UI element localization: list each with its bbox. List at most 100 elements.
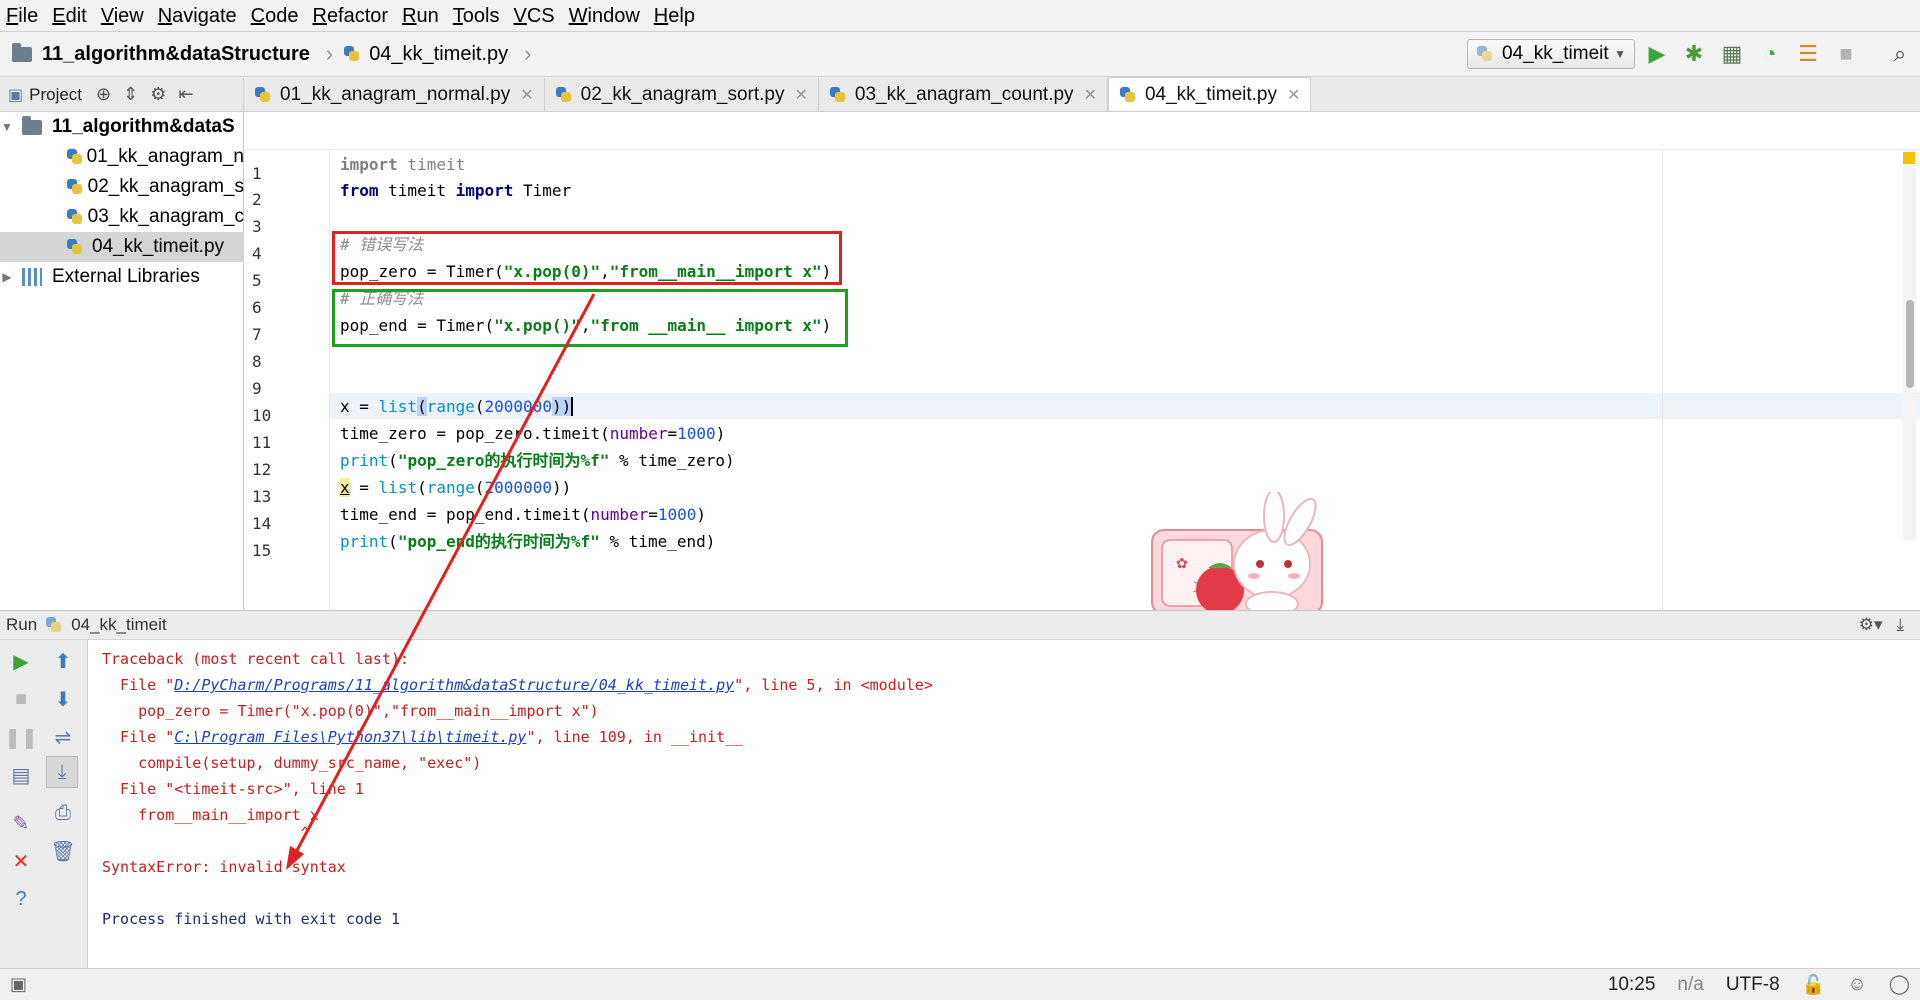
concurrency-icon[interactable]: ☰: [1796, 41, 1820, 66]
number: 1000: [677, 424, 716, 443]
pin-icon[interactable]: ✎: [8, 810, 34, 836]
console-line: File "D:/PyCharm/Programs/11_algorithm&d…: [102, 672, 933, 698]
python-file-icon: [66, 238, 84, 256]
menu-navigate[interactable]: Navigate: [158, 0, 237, 32]
right-margin-guide: [1662, 150, 1663, 610]
file-link[interactable]: D:/PyCharm/Programs/11_algorithm&dataStr…: [174, 676, 734, 694]
tree-file-03[interactable]: 03_kk_anagram_c: [0, 202, 244, 232]
line-separator[interactable]: n/a: [1677, 974, 1703, 996]
python-file-icon: [254, 86, 272, 104]
python-file-icon: [555, 86, 573, 104]
gear-icon[interactable]: ⚙▾: [1859, 615, 1883, 635]
menu-code[interactable]: Code: [251, 0, 299, 32]
hide-icon[interactable]: ⇤: [178, 84, 193, 105]
profile-icon[interactable]: ◔: [1758, 41, 1782, 66]
help-icon[interactable]: ?: [8, 886, 34, 912]
breadcrumb-project[interactable]: 11_algorithm&dataStructure: [12, 42, 310, 66]
code-line-2: from timeit import Timer: [340, 178, 571, 204]
caret-position[interactable]: 10:25: [1608, 974, 1656, 996]
library-icon: [22, 268, 42, 286]
console-output[interactable]: Traceback (most recent call last): File …: [88, 640, 1920, 968]
code-line-13: x = list(range(2000000)): [340, 475, 571, 501]
code-text: % time_zero): [609, 451, 735, 470]
rerun-icon[interactable]: ▶: [8, 648, 34, 674]
breadcrumb-file[interactable]: 04_kk_timeit.py: [343, 43, 508, 66]
line-number: 9: [252, 379, 262, 398]
down-arrow-icon[interactable]: ⬇: [50, 686, 76, 712]
menu-file[interactable]: File: [6, 0, 38, 32]
menu-view[interactable]: View: [101, 0, 144, 32]
up-arrow-icon[interactable]: ⬆: [50, 648, 76, 674]
builtin: print: [340, 532, 389, 551]
print-icon[interactable]: ⎙: [50, 800, 76, 826]
run-panel-config[interactable]: 04_kk_timeit: [71, 615, 166, 635]
tab-03-anagram-count[interactable]: 03_kk_anagram_count.py ✕: [819, 78, 1108, 111]
tree-root-folder[interactable]: ▼ 11_algorithm&dataS: [0, 112, 244, 142]
warning-marker-icon[interactable]: [1903, 152, 1915, 164]
stop-icon[interactable]: ■: [1834, 41, 1858, 66]
close-icon[interactable]: ✕: [795, 85, 808, 105]
gear-icon[interactable]: ⚙: [150, 84, 166, 105]
python-file-icon: [343, 45, 361, 63]
trash-icon[interactable]: 🗑: [50, 838, 76, 864]
code-text: time_zero = pop_zero.timeit(: [340, 424, 610, 443]
editor-scrollbar-thumb[interactable]: [1906, 300, 1914, 388]
event-log-icon[interactable]: ◯: [1889, 973, 1910, 996]
debug-icon[interactable]: ✱: [1682, 41, 1706, 66]
menu-edit[interactable]: Edit: [52, 0, 86, 32]
line-number: 1: [252, 164, 262, 183]
project-view-select[interactable]: Project: [29, 85, 82, 105]
menu-window[interactable]: Window: [569, 0, 640, 32]
hide-panel-icon[interactable]: ⤓: [1896, 615, 1904, 635]
tab-label: 01_kk_anagram_normal.py: [280, 83, 511, 105]
file-link[interactable]: C:\Program Files\Python37\lib\timeit.py: [174, 728, 526, 746]
line-number: 14: [252, 514, 272, 533]
tree-file-04[interactable]: 04_kk_timeit.py: [0, 232, 244, 262]
locate-icon[interactable]: ⊕: [96, 84, 111, 105]
expand-arrow-icon[interactable]: ▶: [0, 270, 14, 284]
tree-file-label: 04_kk_timeit.py: [92, 236, 225, 257]
close-icon[interactable]: ✕: [1084, 85, 1097, 105]
close-icon[interactable]: ✕: [8, 848, 34, 874]
line-number: 4: [252, 244, 262, 263]
layout-icon[interactable]: ▤: [8, 762, 34, 788]
collapse-icon[interactable]: ⇕: [123, 84, 138, 105]
menu-refactor[interactable]: Refactor: [312, 0, 388, 32]
console-text: ", line 109, in __init__: [526, 728, 744, 746]
expand-arrow-icon[interactable]: ▼: [0, 120, 14, 134]
tab-02-anagram-sort[interactable]: 02_kk_anagram_sort.py ✕: [545, 78, 819, 111]
tree-file-01[interactable]: 01_kk_anagram_n: [0, 142, 244, 172]
tree-file-label: 02_kk_anagram_s: [87, 176, 244, 197]
tree-external-libraries[interactable]: ▶ External Libraries: [0, 262, 244, 292]
run-configuration-select[interactable]: 04_kk_timeit ▼: [1467, 39, 1635, 69]
inspector-icon[interactable]: ☺: [1847, 974, 1866, 996]
code-editor[interactable]: 1 2 3 4 5 6 7 8 9 10 11 12 13 14 15 impo…: [244, 112, 1920, 610]
menu-tools[interactable]: Tools: [453, 0, 500, 32]
toggle-tool-windows-icon[interactable]: ▣: [10, 974, 27, 995]
tab-01-anagram-normal[interactable]: 01_kk_anagram_normal.py ✕: [244, 78, 545, 111]
menu-run[interactable]: Run: [402, 0, 439, 32]
tab-04-timeit[interactable]: 04_kk_timeit.py ✕: [1107, 77, 1312, 111]
python-file-icon: [66, 178, 82, 196]
file-encoding[interactable]: UTF-8: [1726, 974, 1780, 996]
code-text: time_end = pop_end.timeit(: [340, 505, 591, 524]
tab-label: 04_kk_timeit.py: [1144, 83, 1277, 105]
pause-icon[interactable]: ❚❚: [4, 724, 38, 750]
menu-help[interactable]: Help: [654, 0, 695, 32]
stop-icon[interactable]: ■: [8, 686, 34, 712]
code-text: timeit: [378, 181, 456, 200]
lock-icon[interactable]: 🔓: [1802, 973, 1826, 997]
parameter: number: [609, 424, 668, 443]
breadcrumb-file-label: 04_kk_timeit.py: [369, 42, 509, 65]
tree-file-02[interactable]: 02_kk_anagram_s: [0, 172, 244, 202]
soft-wrap-icon[interactable]: ⇌: [50, 724, 76, 750]
code-line-1: import timeit: [340, 152, 465, 178]
close-icon[interactable]: ✕: [1287, 85, 1300, 105]
menu-bar: File Edit View Navigate Code Refactor Ru…: [0, 0, 1920, 32]
search-icon[interactable]: ⌕: [1888, 41, 1912, 66]
coverage-icon[interactable]: ▦: [1720, 41, 1744, 66]
close-icon[interactable]: ✕: [520, 85, 533, 105]
menu-vcs[interactable]: VCS: [514, 0, 555, 32]
run-icon[interactable]: ▶: [1645, 41, 1669, 66]
scroll-to-end-icon[interactable]: ⤓: [46, 756, 78, 788]
